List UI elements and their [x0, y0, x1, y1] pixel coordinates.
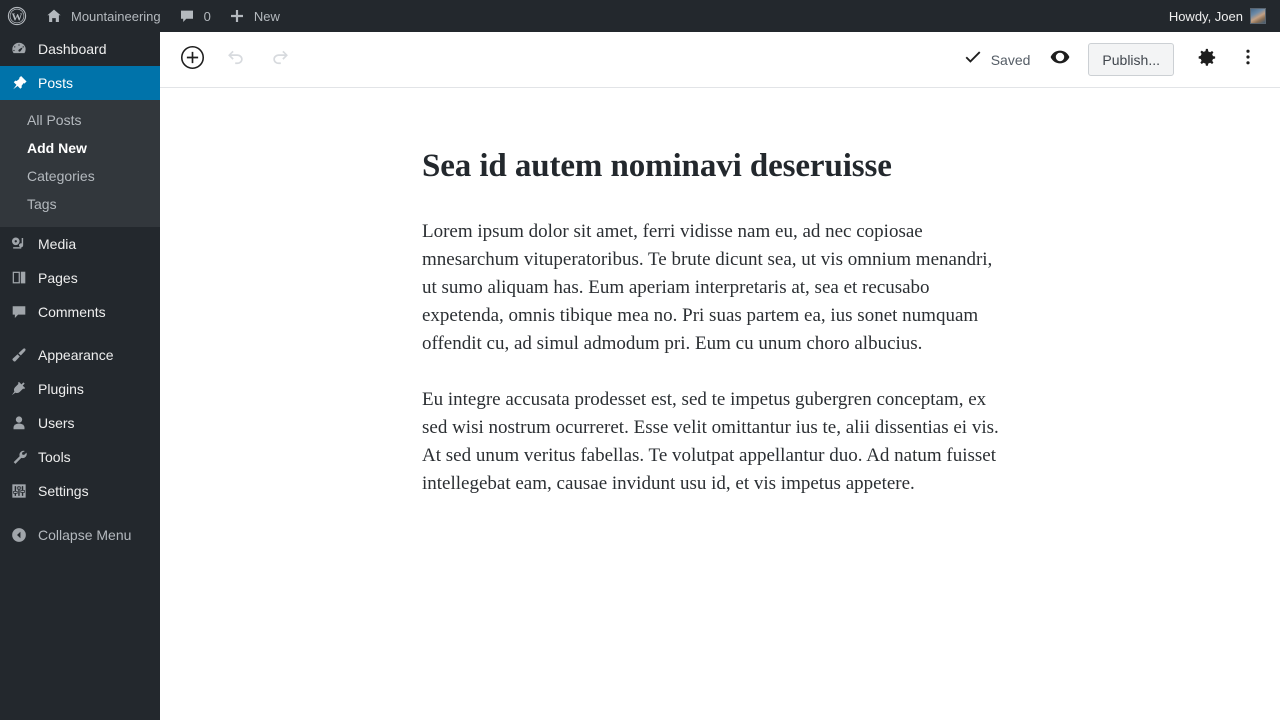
sidebar-item-all-posts[interactable]: All Posts	[0, 106, 160, 134]
sidebar-item-plugins[interactable]: Plugins	[0, 372, 160, 406]
gear-icon	[1195, 46, 1218, 74]
circle-plus-icon	[180, 45, 205, 75]
sidebar-item-appearance[interactable]: Appearance	[0, 338, 160, 372]
sidebar-item-comments[interactable]: Comments	[0, 295, 160, 329]
editor-toolbar: Saved Publish...	[160, 32, 1280, 88]
sliders-icon	[9, 481, 29, 501]
user-icon	[9, 413, 29, 433]
save-status-label: Saved	[990, 51, 1031, 68]
plug-icon	[9, 379, 29, 399]
home-icon	[44, 6, 64, 26]
posts-submenu: All Posts Add New Categories Tags	[0, 100, 160, 227]
sidebar-item-tags[interactable]: Tags	[0, 190, 160, 218]
editor-toolbar-right: Saved Publish...	[959, 42, 1280, 78]
sidebar-item-label: Dashboard	[38, 41, 107, 57]
plus-icon	[227, 6, 247, 26]
more-vertical-icon	[1238, 47, 1258, 72]
post-paragraph-block[interactable]: Eu integre accusata prodesset est, sed t…	[422, 386, 1002, 498]
collapse-menu-button[interactable]: Collapse Menu	[0, 518, 160, 552]
comments-count-label: 0	[203, 8, 211, 24]
editor-toolbar-left	[160, 42, 298, 78]
sidebar-separator	[0, 329, 160, 338]
comments-count-button[interactable]: 0	[169, 0, 219, 32]
sidebar-item-posts[interactable]: Posts	[0, 66, 160, 100]
howdy-button[interactable]: Howdy, Joen	[1161, 0, 1274, 32]
publish-button[interactable]: Publish...	[1088, 43, 1174, 76]
media-icon	[9, 234, 29, 254]
sidebar-item-label: Appearance	[38, 347, 114, 363]
sidebar-item-add-new[interactable]: Add New	[0, 134, 160, 162]
sidebar-item-users[interactable]: Users	[0, 406, 160, 440]
comments-icon	[9, 302, 29, 322]
admin-bar: W Mountaineering 0 New Howdy, Joen	[0, 0, 1280, 32]
eye-icon	[1048, 45, 1072, 74]
pin-icon	[9, 73, 29, 93]
site-name-label: Mountaineering	[71, 8, 161, 24]
redo-button[interactable]	[262, 42, 298, 78]
undo-arrow-icon	[224, 45, 248, 74]
pages-icon	[9, 268, 29, 288]
post-title[interactable]: Sea id autem nominavi deseruisse	[422, 146, 1002, 187]
admin-sidebar: Dashboard Posts All Posts Add New Catego…	[0, 32, 160, 720]
howdy-label: Howdy, Joen	[1168, 8, 1243, 24]
new-content-label: New	[253, 8, 280, 24]
site-name-button[interactable]: Mountaineering	[36, 0, 169, 32]
wordpress-logo-icon: W	[7, 6, 27, 26]
settings-button[interactable]	[1188, 42, 1224, 78]
sidebar-item-label: Pages	[38, 270, 78, 286]
sidebar-item-label: Plugins	[38, 381, 84, 397]
collapse-arrow-icon	[9, 525, 29, 545]
collapse-menu-label: Collapse Menu	[38, 527, 132, 543]
sidebar-item-label: Comments	[38, 304, 106, 320]
sidebar-item-pages[interactable]: Pages	[0, 261, 160, 295]
undo-button[interactable]	[218, 42, 254, 78]
sidebar-item-label: Settings	[38, 483, 89, 499]
post-content-wrapper: Sea id autem nominavi deseruisse Lorem i…	[422, 89, 1002, 498]
comment-bubble-icon	[177, 6, 197, 26]
post-paragraph-block[interactable]: Lorem ipsum dolor sit amet, ferri vidiss…	[422, 218, 1002, 358]
more-options-button[interactable]	[1230, 42, 1266, 78]
new-content-button[interactable]: New	[219, 0, 288, 32]
account-menu[interactable]: Howdy, Joen	[1161, 0, 1280, 32]
sidebar-item-label: Media	[38, 236, 77, 252]
sidebar-item-settings[interactable]: Settings	[0, 474, 160, 508]
sidebar-item-categories[interactable]: Categories	[0, 162, 160, 190]
svg-text:W: W	[12, 11, 23, 23]
avatar	[1250, 8, 1266, 24]
preview-button[interactable]	[1042, 42, 1078, 78]
paintbrush-icon	[9, 345, 29, 365]
wrench-icon	[9, 447, 29, 467]
checkmark-icon	[963, 48, 983, 71]
sidebar-item-dashboard[interactable]: Dashboard	[0, 32, 160, 66]
add-block-button[interactable]	[174, 42, 210, 78]
sidebar-item-label: Posts	[38, 75, 74, 91]
save-status[interactable]: Saved	[959, 48, 1043, 71]
sidebar-item-label: Users	[38, 415, 75, 431]
sidebar-item-label: Tools	[38, 449, 71, 465]
sidebar-item-tools[interactable]: Tools	[0, 440, 160, 474]
editor-canvas: Sea id autem nominavi deseruisse Lorem i…	[160, 89, 1280, 720]
wordpress-logo-button[interactable]: W	[0, 0, 36, 32]
sidebar-item-media[interactable]: Media	[0, 227, 160, 261]
dashboard-icon	[9, 39, 29, 59]
redo-arrow-icon	[268, 45, 292, 74]
